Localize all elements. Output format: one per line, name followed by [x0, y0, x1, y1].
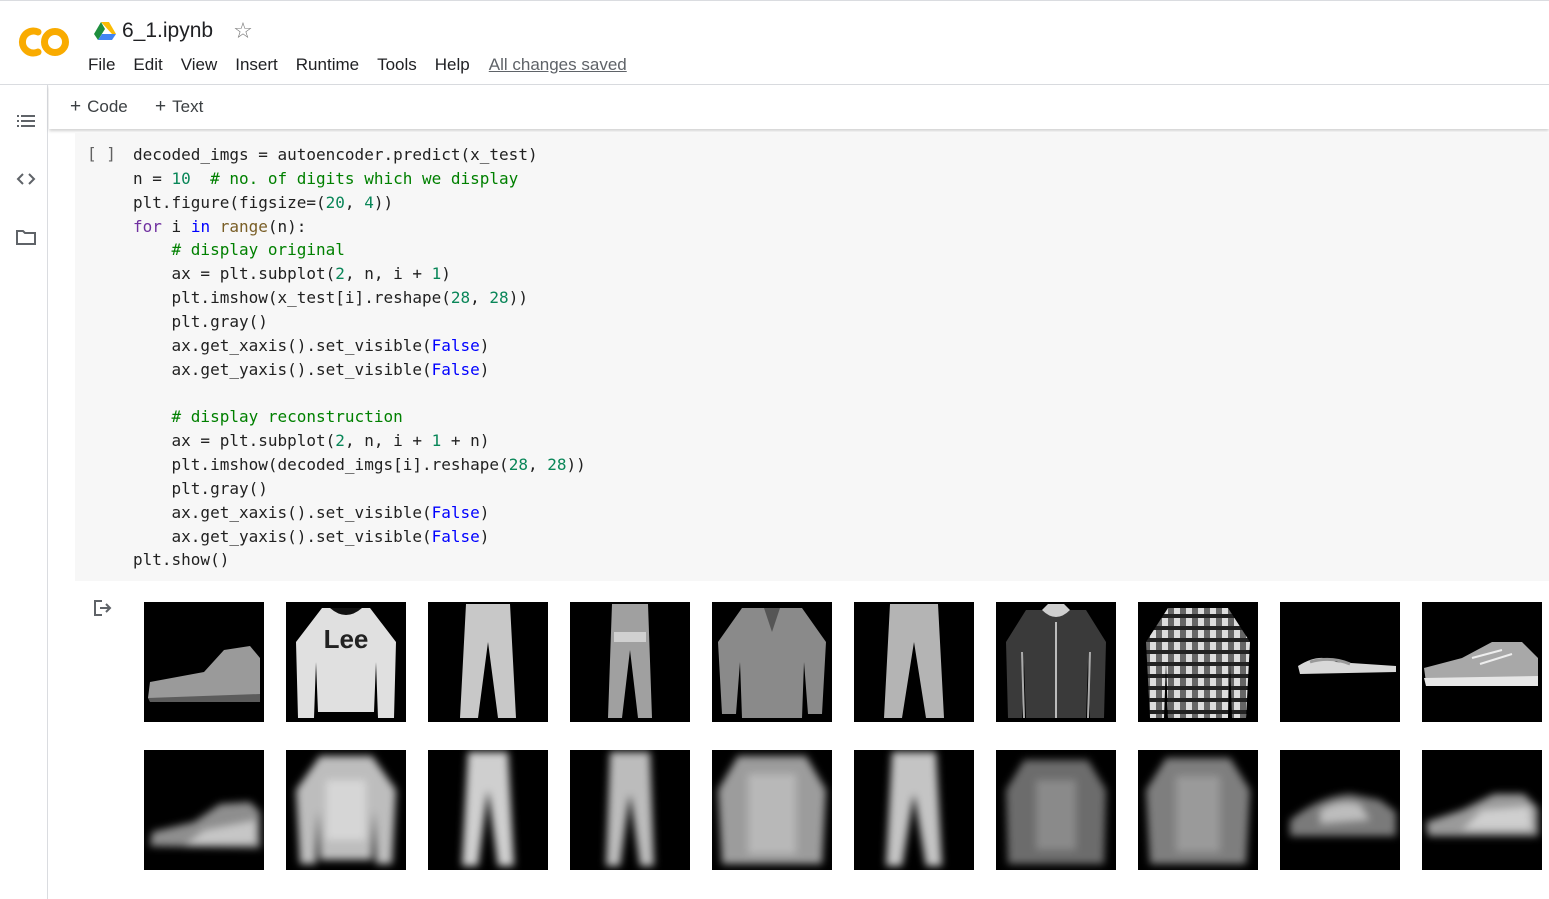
- top-border: [0, 0, 1549, 4]
- add-text-label: Text: [172, 97, 204, 116]
- save-status[interactable]: All changes saved: [489, 55, 627, 75]
- code-snippets-icon[interactable]: [14, 167, 38, 191]
- original-plaid-shirt-image: [1138, 602, 1258, 722]
- add-code-button[interactable]: + Code: [70, 96, 128, 118]
- code-line: plt.gray(): [133, 311, 268, 331]
- add-code-label: Code: [87, 97, 128, 116]
- code-line: n = 10 # no. of digits which we display: [133, 168, 519, 188]
- plus-icon: +: [70, 96, 82, 117]
- code-line: ax = plt.subplot(2, n, i + 1 + n): [133, 431, 490, 451]
- original-ankle-boot-image: [144, 602, 264, 722]
- original-trouser-2-image: [570, 602, 690, 722]
- code-line: plt.show(): [133, 550, 230, 570]
- code-line: plt.gray(): [133, 478, 268, 498]
- reconstructed-trouser-image: [428, 750, 548, 870]
- colab-logo[interactable]: [16, 24, 72, 60]
- original-sandal-image: [1280, 602, 1400, 722]
- reconstructed-sandal-image: [1280, 750, 1400, 870]
- code-line: # display original: [171, 240, 345, 260]
- code-line: ax.get_yaxis().set_visible(False): [133, 526, 490, 546]
- run-cell-button[interactable]: [ ]: [87, 144, 116, 163]
- reconstructed-trouser-3-image: [854, 750, 974, 870]
- code-line: # display reconstruction: [171, 407, 403, 427]
- original-trouser-3-image: [854, 602, 974, 722]
- menu-file[interactable]: File: [88, 55, 115, 75]
- google-drive-icon: [94, 22, 116, 40]
- menu-bar: File Edit View Insert Runtime Tools Help…: [88, 52, 627, 78]
- reconstructed-trouser-2-image: [570, 750, 690, 870]
- code-line: ax.get_xaxis().set_visible(False): [133, 335, 490, 355]
- code-line: for i in range(n):: [133, 216, 307, 236]
- toc-icon[interactable]: [14, 109, 38, 133]
- code-editor[interactable]: decoded_imgs = autoencoder.predict(x_tes…: [133, 143, 586, 572]
- reconstructed-coat-image: [996, 750, 1116, 870]
- original-shirt-image: [712, 602, 832, 722]
- notebook-title[interactable]: 6_1.ipynb: [122, 19, 213, 43]
- plus-icon: +: [155, 96, 167, 117]
- reconstructed-pullover-image: [286, 750, 406, 870]
- code-line: plt.figure(figsize=(20, 4)): [133, 192, 394, 212]
- reconstructed-ankle-boot-image: [144, 750, 264, 870]
- title-row: 6_1.ipynb ☆: [94, 16, 253, 46]
- notebook-toolbar: + Code + Text: [49, 85, 1549, 129]
- menu-edit[interactable]: Edit: [133, 55, 162, 75]
- reconstructed-shirt-image: [712, 750, 832, 870]
- menu-runtime[interactable]: Runtime: [296, 55, 359, 75]
- reconstructed-plaid-shirt-image: [1138, 750, 1258, 870]
- menu-view[interactable]: View: [181, 55, 218, 75]
- menu-insert[interactable]: Insert: [235, 55, 278, 75]
- add-text-button[interactable]: + Text: [155, 96, 203, 118]
- original-coat-image: [996, 602, 1116, 722]
- menu-tools[interactable]: Tools: [377, 55, 417, 75]
- original-pullover-image: Lee: [286, 602, 406, 722]
- files-folder-icon[interactable]: [14, 225, 38, 249]
- code-line: plt.imshow(x_test[i].reshape(28, 28)): [133, 288, 528, 308]
- code-line: ax = plt.subplot(2, n, i + 1): [133, 264, 451, 284]
- star-icon[interactable]: ☆: [233, 18, 253, 44]
- code-line: plt.imshow(decoded_imgs[i].reshape(28, 2…: [133, 454, 586, 474]
- pullover-logo: Lee: [324, 624, 369, 654]
- code-line: ax.get_xaxis().set_visible(False): [133, 502, 490, 522]
- output-actions-icon[interactable]: [91, 597, 113, 619]
- code-line: decoded_imgs = autoencoder.predict(x_tes…: [133, 145, 538, 164]
- left-sidebar: [0, 85, 48, 899]
- menu-help[interactable]: Help: [435, 55, 470, 75]
- reconstructed-sneaker-image: [1422, 750, 1542, 870]
- code-line: ax.get_yaxis().set_visible(False): [133, 359, 490, 379]
- original-trouser-image: [428, 602, 548, 722]
- original-sneaker-image: [1422, 602, 1542, 722]
